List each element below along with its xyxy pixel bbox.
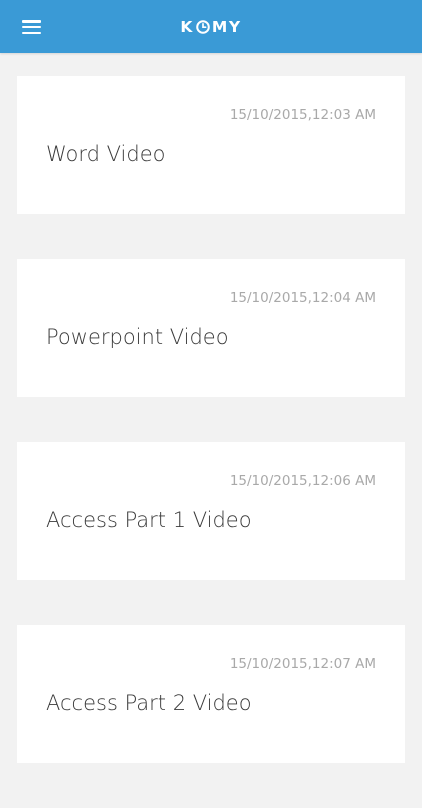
video-timestamp: 15/10/2015,12:06 AM: [229, 473, 376, 489]
video-list: 15/10/2015,12:03 AM Word Video 15/10/201…: [17, 76, 405, 808]
video-timestamp: 15/10/2015,12:04 AM: [229, 290, 376, 306]
video-title: Access Part 2 Video: [46, 691, 252, 715]
logo-text-left: K: [180, 18, 194, 36]
video-card[interactable]: 15/10/2015,12:03 AM Word Video: [17, 76, 405, 214]
video-card[interactable]: 15/10/2015,12:06 AM Access Part 1 Video: [17, 442, 405, 580]
video-card[interactable]: 15/10/2015,12:07 AM Access Part 2 Video: [17, 625, 405, 763]
video-title: Word Video: [46, 142, 166, 166]
top-app-bar: K MY: [0, 0, 422, 53]
video-timestamp: 15/10/2015,12:07 AM: [229, 656, 376, 672]
clock-icon: [196, 20, 210, 34]
app-logo: K MY: [0, 16, 422, 38]
logo-text-right: MY: [211, 18, 242, 36]
video-title: Powerpoint Video: [46, 325, 229, 349]
video-timestamp: 15/10/2015,12:03 AM: [229, 107, 376, 123]
video-card[interactable]: 15/10/2015,12:04 AM Powerpoint Video: [17, 259, 405, 397]
video-title: Access Part 1 Video: [46, 508, 252, 532]
